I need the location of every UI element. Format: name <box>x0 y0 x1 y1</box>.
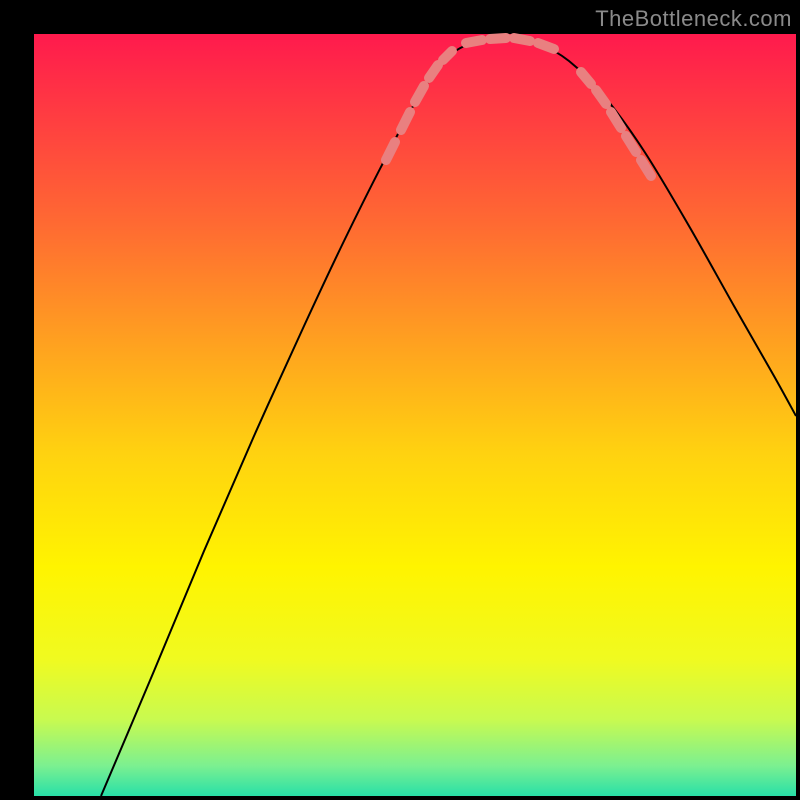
bottleneck-curve <box>101 38 796 796</box>
curve-overlay <box>0 0 800 800</box>
highlight-dashes-left-seg <box>415 86 424 102</box>
highlight-dashes-right-seg <box>641 160 651 176</box>
highlight-dashes-right-seg <box>581 72 591 84</box>
highlight-dashes-left-seg <box>429 65 438 78</box>
highlight-dashes-left-seg <box>401 112 410 130</box>
highlight-dashes-right-seg <box>596 90 606 104</box>
highlight-dashes-left-seg <box>386 142 395 160</box>
highlight-dashes-bottom-seg <box>514 38 530 41</box>
highlight-dashes-bottom-seg <box>490 38 506 39</box>
highlight-dashes-bottom-seg <box>538 43 554 49</box>
highlight-dashes-bottom-seg <box>466 40 482 43</box>
highlight-dashes-left-seg <box>443 51 452 60</box>
